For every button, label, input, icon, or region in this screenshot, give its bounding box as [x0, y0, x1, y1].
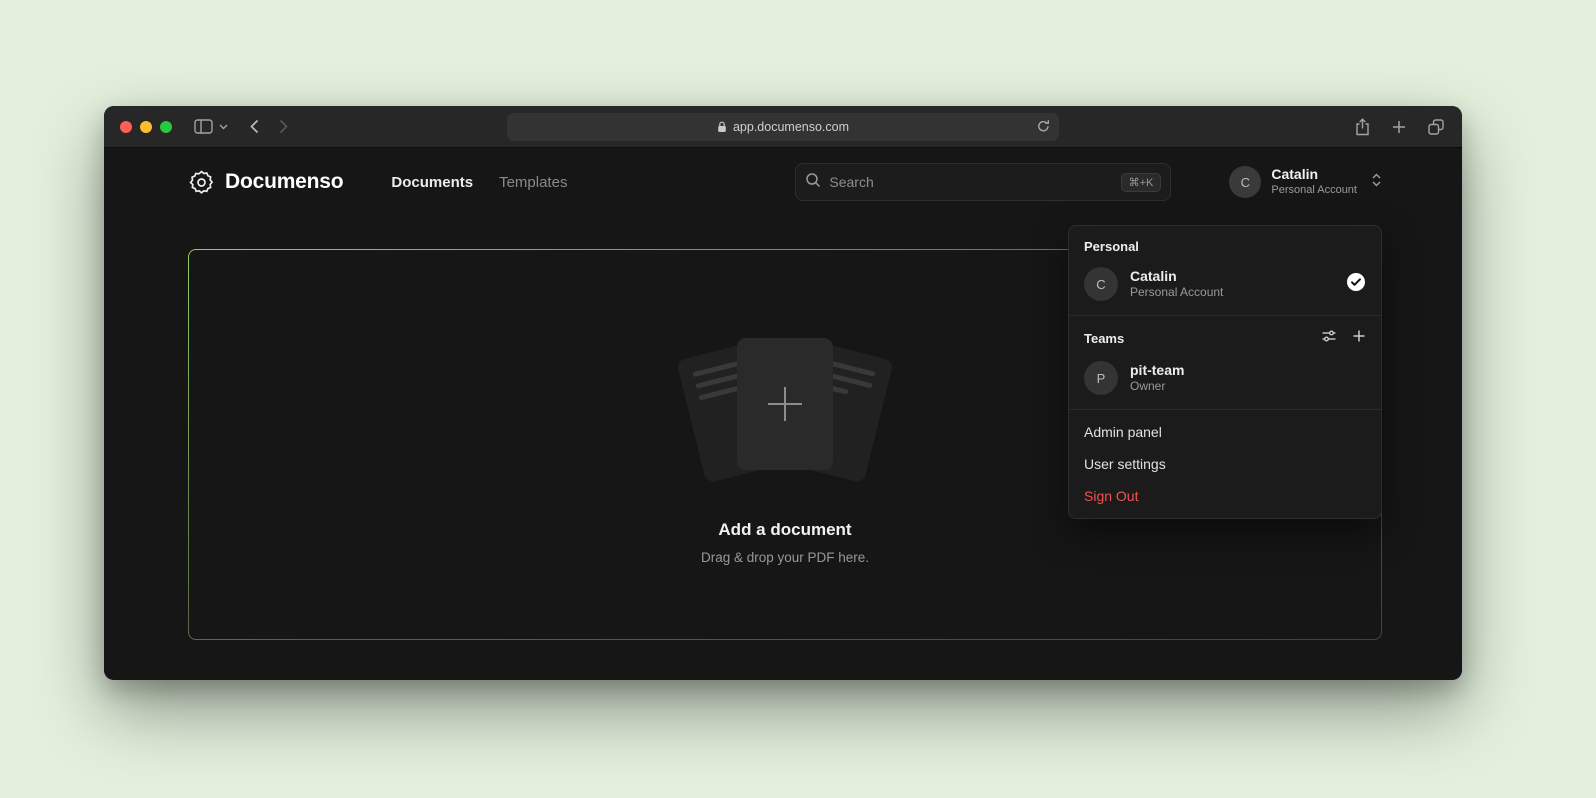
nav-item-templates[interactable]: Templates: [499, 174, 567, 191]
app-content: Documenso Documents Templates ⌘+K C Cata…: [104, 148, 1462, 679]
search-input[interactable]: [829, 174, 1112, 190]
personal-account-item[interactable]: C Catalin Personal Account: [1069, 263, 1381, 315]
primary-nav: Documents Templates: [391, 174, 567, 191]
nav-item-documents[interactable]: Documents: [391, 174, 473, 191]
menu-item-sign-out[interactable]: Sign Out: [1069, 480, 1381, 512]
search-bar[interactable]: ⌘+K: [795, 163, 1171, 201]
close-window-button[interactable]: [120, 121, 132, 133]
documenso-logo-icon: [188, 169, 215, 196]
url-text: app.documenso.com: [733, 120, 849, 134]
brand-name: Documenso: [225, 170, 343, 194]
account-dropdown-menu: Personal C Catalin Personal Account Team…: [1068, 225, 1382, 519]
team-avatar: P: [1084, 361, 1118, 395]
sidebar-menu-chevron-icon[interactable]: [219, 124, 228, 130]
zoom-window-button[interactable]: [160, 121, 172, 133]
brand: Documenso: [188, 169, 343, 196]
account-avatar: C: [1229, 166, 1261, 198]
search-shortcut-badge: ⌘+K: [1121, 173, 1162, 192]
share-icon[interactable]: [1355, 118, 1370, 136]
minimize-window-button[interactable]: [140, 121, 152, 133]
dropzone-subtitle: Drag & drop your PDF here.: [701, 550, 869, 565]
menu-item-user-settings[interactable]: User settings: [1069, 448, 1381, 480]
sidebar-toggle-icon[interactable]: [194, 119, 213, 134]
search-icon: [805, 172, 821, 193]
new-tab-icon[interactable]: [1392, 120, 1406, 134]
personal-section-label: Personal: [1069, 226, 1381, 263]
team-item[interactable]: P pit-team Owner: [1069, 357, 1381, 409]
teams-section-label: Teams: [1084, 331, 1124, 346]
menu-actions: Admin panel User settings Sign Out: [1069, 410, 1381, 518]
address-bar[interactable]: app.documenso.com: [507, 113, 1059, 141]
stacked-documents-illustration: [670, 336, 900, 482]
team-role: Owner: [1130, 379, 1184, 395]
add-team-icon[interactable]: [1352, 329, 1366, 348]
traffic-lights: [120, 121, 172, 133]
app-header: Documenso Documents Templates ⌘+K C Cata…: [188, 148, 1382, 192]
lock-icon: [717, 121, 727, 133]
personal-name: Catalin: [1130, 267, 1223, 285]
document-card-center: [737, 338, 833, 470]
teams-section-header: Teams: [1069, 316, 1381, 357]
account-name: Catalin: [1271, 166, 1357, 184]
browser-window: app.documenso.com: [104, 106, 1462, 680]
selected-check-icon: [1346, 272, 1366, 297]
forward-button[interactable]: [279, 119, 288, 134]
tab-overview-icon[interactable]: [1428, 119, 1444, 135]
browser-toolbar: app.documenso.com: [104, 106, 1462, 148]
back-button[interactable]: [250, 119, 259, 134]
plus-icon: [768, 387, 802, 421]
manage-teams-icon[interactable]: [1321, 328, 1337, 349]
account-type: Personal Account: [1271, 184, 1357, 198]
dropzone-title: Add a document: [718, 520, 851, 540]
chevron-updown-icon: [1371, 172, 1382, 193]
personal-type: Personal Account: [1130, 285, 1223, 301]
personal-avatar: C: [1084, 267, 1118, 301]
menu-item-admin-panel[interactable]: Admin panel: [1069, 416, 1381, 448]
reload-icon[interactable]: [1037, 119, 1050, 133]
toolbar-right-actions: [1355, 106, 1444, 148]
account-menu-button[interactable]: C Catalin Personal Account: [1229, 166, 1382, 198]
team-name: pit-team: [1130, 361, 1184, 379]
